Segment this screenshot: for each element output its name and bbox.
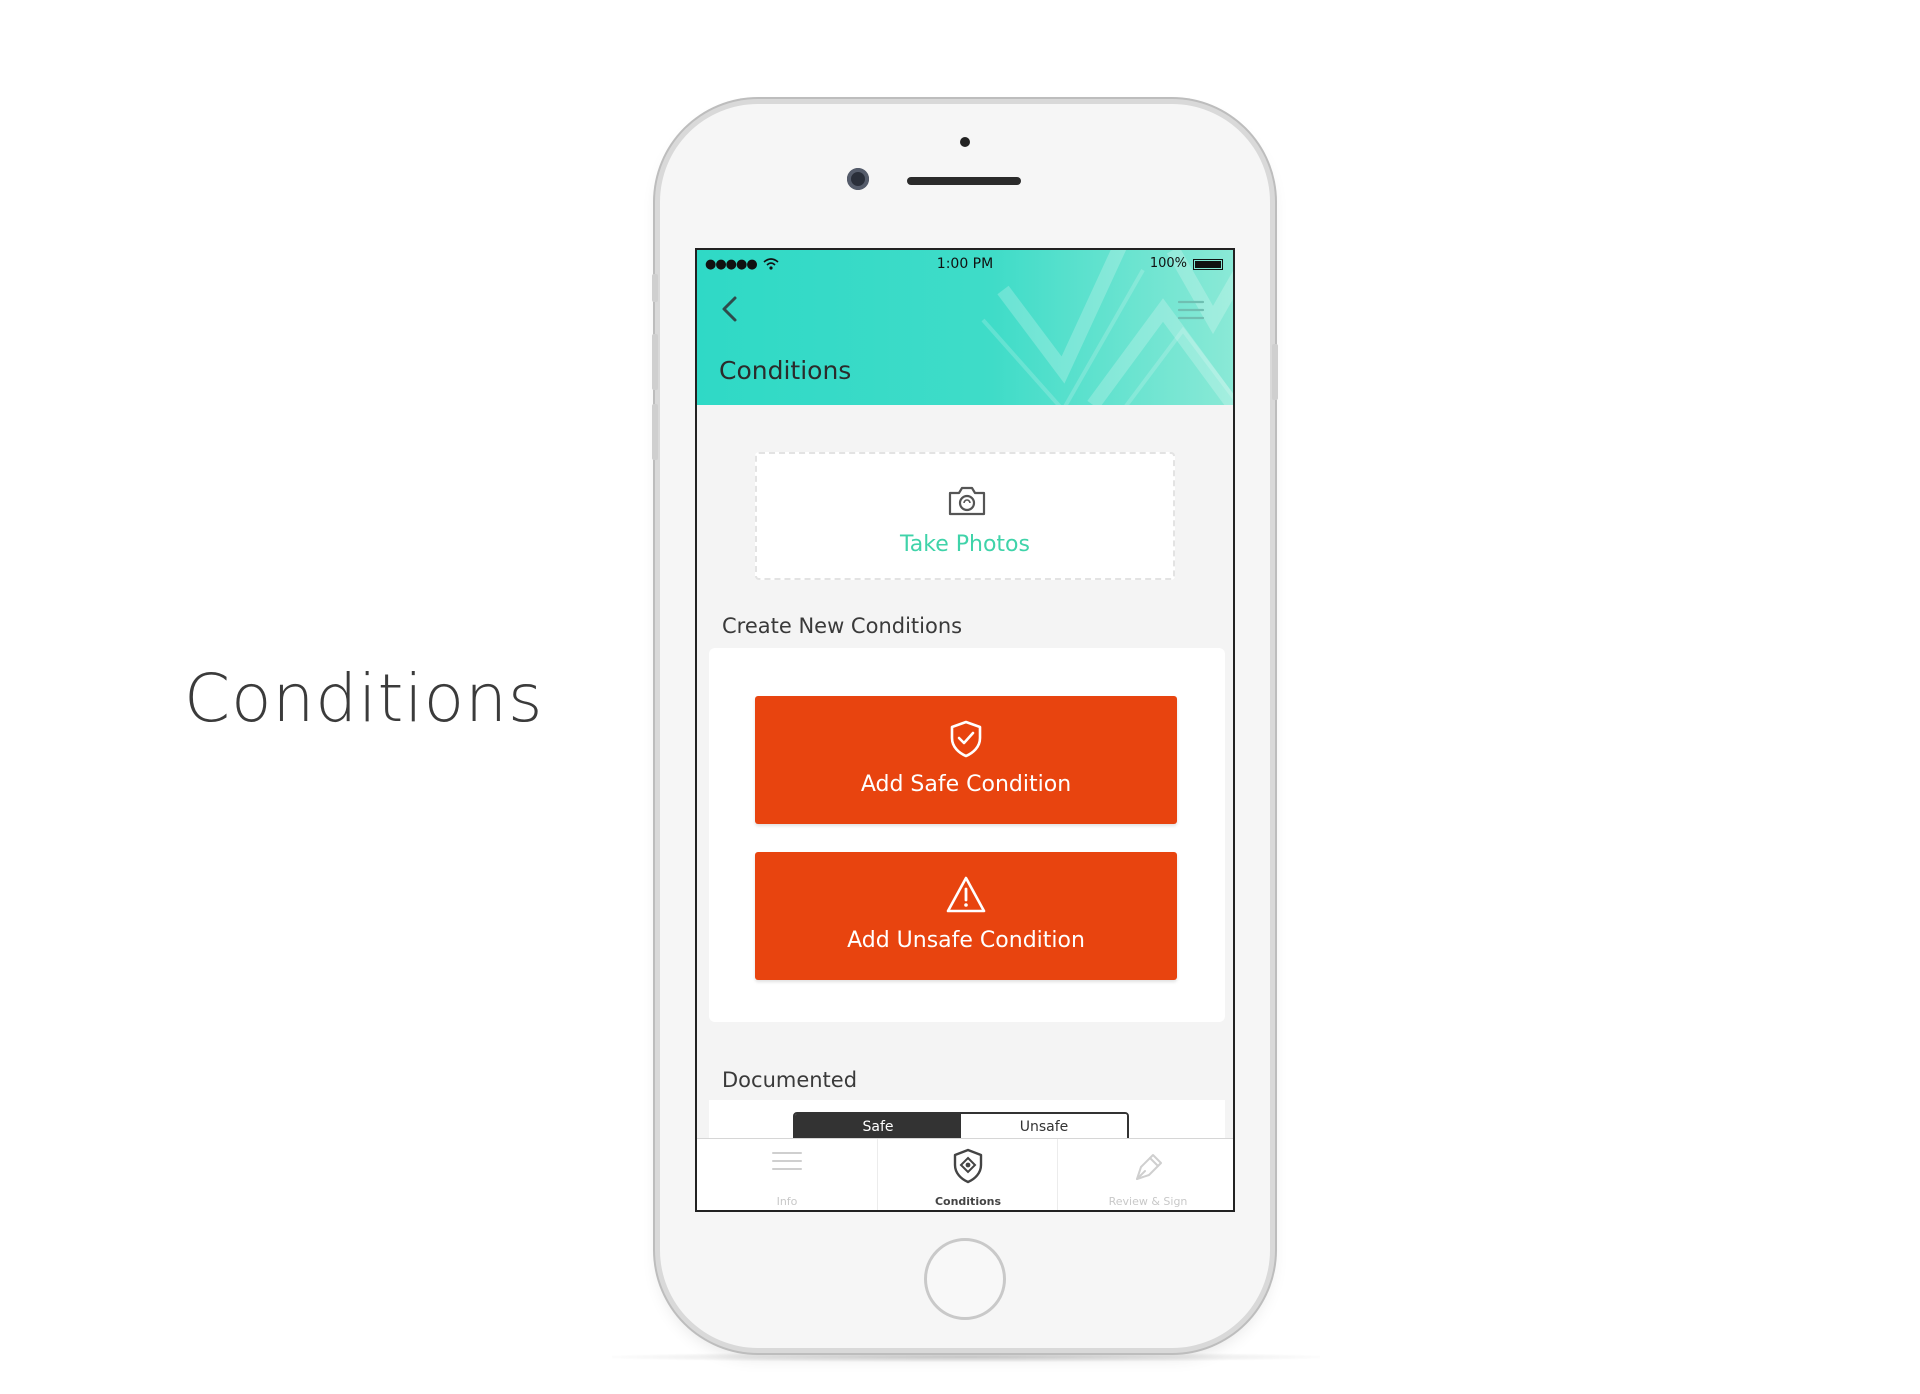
camera-icon [948, 486, 986, 516]
pen-icon [1136, 1154, 1162, 1180]
volume-down-button [652, 404, 658, 460]
phone-frame: ●●●●● 1:00 PM 100% Conditions Take Photo… [652, 104, 1278, 1348]
status-bar: ●●●●● 1:00 PM 100% [697, 250, 1233, 276]
create-conditions-card: Add Safe Condition Add Unsafe Condition [709, 648, 1225, 1022]
proximity-sensor [960, 137, 970, 147]
segment-safe[interactable]: Safe [795, 1114, 961, 1140]
page-title: Conditions [719, 356, 852, 385]
tab-info[interactable]: Info [697, 1139, 877, 1210]
tab-review-sign-label: Review & Sign [1108, 1195, 1188, 1208]
warning-triangle-icon [946, 876, 986, 913]
add-unsafe-condition-label: Add Unsafe Condition [847, 928, 1085, 953]
chevron-left-icon [722, 296, 737, 322]
battery-percentage: 100% [1149, 256, 1187, 271]
bottom-tab-bar: Info Conditions Review & Sign [697, 1138, 1233, 1210]
documented-heading: Documented [722, 1068, 858, 1092]
add-unsafe-condition-button[interactable]: Add Unsafe Condition [755, 852, 1177, 980]
tab-info-label: Info [776, 1195, 798, 1208]
take-photos-label: Take Photos [900, 532, 1030, 557]
phone-screen: ●●●●● 1:00 PM 100% Conditions Take Photo… [695, 248, 1235, 1212]
list-icon [772, 1152, 802, 1170]
tab-conditions[interactable]: Conditions [877, 1139, 1058, 1210]
create-conditions-heading: Create New Conditions [722, 614, 963, 638]
shield-check-icon [950, 720, 982, 758]
earpiece-speaker [907, 177, 1021, 185]
tab-review-sign[interactable]: Review & Sign [1057, 1139, 1233, 1210]
add-safe-condition-label: Add Safe Condition [860, 772, 1072, 797]
shield-icon [953, 1148, 983, 1184]
home-button[interactable] [924, 1238, 1006, 1320]
battery-icon [1193, 259, 1223, 270]
tab-conditions-label: Conditions [934, 1195, 1002, 1208]
hamburger-menu-icon [1177, 300, 1205, 320]
take-photos-button[interactable]: Take Photos [755, 452, 1175, 580]
mute-switch [652, 274, 658, 302]
menu-button[interactable] [1177, 298, 1205, 322]
volume-up-button [652, 334, 658, 390]
add-safe-condition-button[interactable]: Add Safe Condition [755, 696, 1177, 824]
segment-unsafe[interactable]: Unsafe [961, 1114, 1127, 1140]
app-header: ●●●●● 1:00 PM 100% Conditions [697, 250, 1233, 405]
front-camera [847, 168, 869, 190]
phone-floor-shadow [612, 1352, 1320, 1362]
power-button [1272, 344, 1278, 400]
side-title: Conditions [184, 660, 544, 737]
back-button[interactable] [717, 294, 743, 324]
